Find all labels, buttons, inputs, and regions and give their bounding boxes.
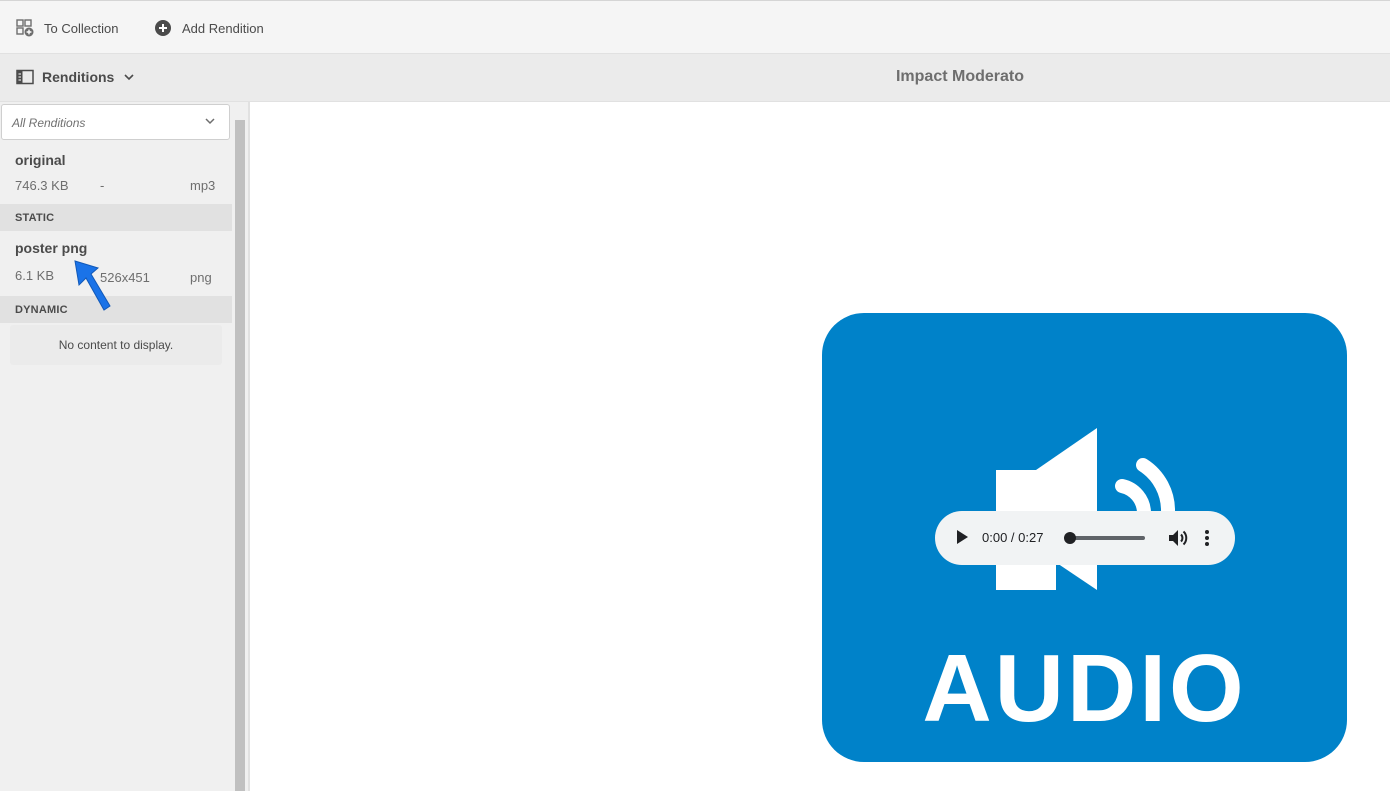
add-rendition-button[interactable]: Add Rendition [154, 19, 264, 37]
renditions-filter-select[interactable]: All Renditions [1, 104, 230, 140]
rendition-dimensions: - [100, 178, 105, 193]
audio-player: 0:00 / 0:27 [935, 511, 1235, 565]
filter-selected-value: All Renditions [12, 116, 86, 130]
page-title: Impact Moderato [895, 68, 1024, 85]
rendition-name: poster png [15, 240, 88, 256]
seek-handle[interactable] [1064, 532, 1076, 544]
content-header: Renditions Impact Moderato [0, 54, 1390, 102]
renditions-label: Renditions [42, 69, 115, 85]
add-rendition-label: Add Rendition [182, 20, 264, 36]
more-options-icon[interactable] [1203, 528, 1211, 548]
play-icon[interactable] [955, 529, 969, 545]
pointer-arrow-icon [74, 260, 111, 311]
section-label: STATIC [15, 212, 55, 224]
add-circle-icon [155, 20, 171, 36]
empty-state-message: No content to display. [58, 338, 174, 352]
section-label: DYNAMIC [15, 304, 68, 316]
add-to-collection-icon [16, 19, 34, 37]
to-collection-label: To Collection [44, 20, 119, 36]
empty-state: No content to display. [10, 325, 222, 365]
rendition-item-original[interactable]: original 746.3 KB - mp3 [0, 150, 232, 202]
rendition-size: 6.1 KB [15, 268, 55, 283]
to-collection-button[interactable]: To Collection [16, 19, 118, 37]
rail-divider [248, 102, 250, 791]
rail-panel-icon [16, 69, 34, 85]
player-time: 0:00 / 0:27 [982, 530, 1044, 545]
rendition-name: original [15, 152, 66, 168]
rail-scrollbar-thumb[interactable] [235, 120, 245, 791]
audio-label: AUDIO [922, 635, 1247, 742]
rendition-type: png [190, 270, 212, 285]
volume-icon[interactable] [1167, 528, 1189, 548]
section-header-static: STATIC [0, 204, 232, 231]
renditions-rail-toggle[interactable]: Renditions [16, 69, 134, 85]
seek-bar[interactable] [1069, 536, 1145, 540]
chevron-down-icon [205, 118, 215, 125]
action-bar: To Collection Add Rendition [0, 0, 1390, 54]
rendition-size: 746.3 KB [15, 178, 69, 193]
chevron-down-icon [124, 74, 134, 81]
rendition-type: mp3 [190, 178, 216, 193]
